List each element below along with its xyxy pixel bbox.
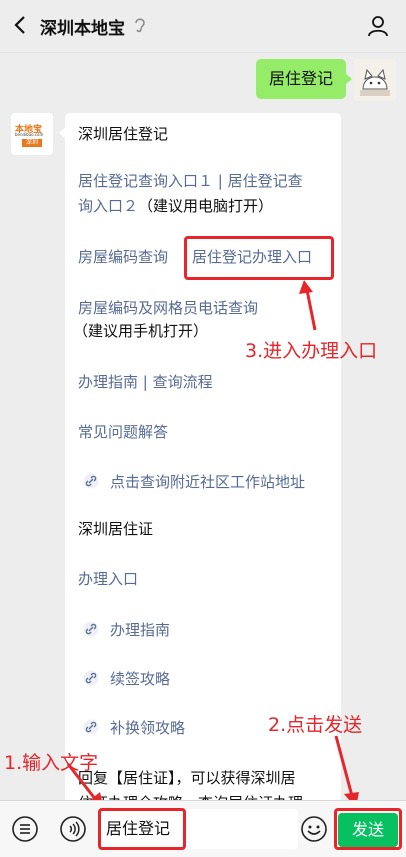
highlight-registration-entry (184, 236, 334, 280)
link-chain-icon (83, 670, 99, 686)
link-nearby-workstation[interactable]: 点击查询附近社区工作站地址 (110, 471, 305, 492)
reply-hint-line1: 回复【居住证】，可以获得深圳居 (78, 769, 296, 787)
link-chain-icon (83, 473, 99, 489)
back-arrow-icon[interactable] (10, 13, 32, 37)
computer-hint: （建议用电脑打开） (138, 197, 274, 215)
voice-icon[interactable] (60, 816, 86, 842)
callout-step3: 3.进入办理入口 (245, 340, 378, 362)
link-faq[interactable]: 常见问题解答 (78, 421, 168, 442)
emoji-icon[interactable] (301, 816, 327, 842)
highlight-input-text (98, 808, 186, 850)
menu-list-icon[interactable] (12, 816, 38, 842)
link-registration-query-line2: 询入口２（建议用电脑打开） (78, 195, 273, 216)
cat-avatar-icon (354, 59, 396, 101)
person-icon[interactable] (366, 14, 390, 38)
arrow-step3-icon (299, 280, 317, 331)
link-guide-process[interactable]: 办理指南 | 查询流程 (78, 371, 213, 392)
ear-mode-icon (135, 18, 145, 33)
reply-hint-line2: 住证办理全攻略，查询居住证办理 (78, 792, 303, 800)
chat-title: 深圳本地宝 (40, 19, 125, 39)
link-registration-query-2[interactable]: 询入口２ (78, 197, 138, 215)
highlight-send-button (334, 808, 402, 850)
bot-avatar[interactable]: 本地宝 bendibao.com 深圳 (11, 113, 53, 155)
heading-residence-permit: 深圳居住证 (78, 520, 154, 538)
link-replacement[interactable]: 补换领攻略 (110, 717, 185, 738)
link-apply-entry[interactable]: 办理入口 (78, 568, 138, 589)
link-registration-query[interactable]: 居住登记查询入口１ | 居住登记查 (78, 170, 303, 191)
phone-hint: （建议用手机打开） (73, 322, 209, 340)
logo-city: 深圳 (22, 139, 42, 147)
top-bar: 深圳本地宝 (0, 0, 406, 53)
link-house-code-query[interactable]: 房屋编码查询 (78, 246, 168, 267)
logo-domain: bendibao.com (15, 132, 44, 137)
link-permit-guide[interactable]: 办理指南 (110, 619, 170, 640)
link-chain-icon (83, 719, 99, 735)
heading-residence-registration: 深圳居住登记 (78, 125, 169, 143)
user-avatar[interactable] (354, 59, 396, 101)
link-house-code-phone[interactable]: 房屋编码及网格员电话查询 (78, 297, 258, 318)
chat-area: 居住登记 本地宝 bendibao.com 深圳 深圳居住登记 居住登记查询入口… (0, 53, 406, 800)
link-renewal[interactable]: 续签攻略 (110, 668, 170, 689)
user-message-bubble: 居住登记 (255, 59, 353, 99)
link-chain-icon (83, 621, 99, 637)
bot-message-bubble: 深圳居住登记 居住登记查询入口１ | 居住登记查 询入口２（建议用电脑打开） 房… (59, 113, 341, 800)
